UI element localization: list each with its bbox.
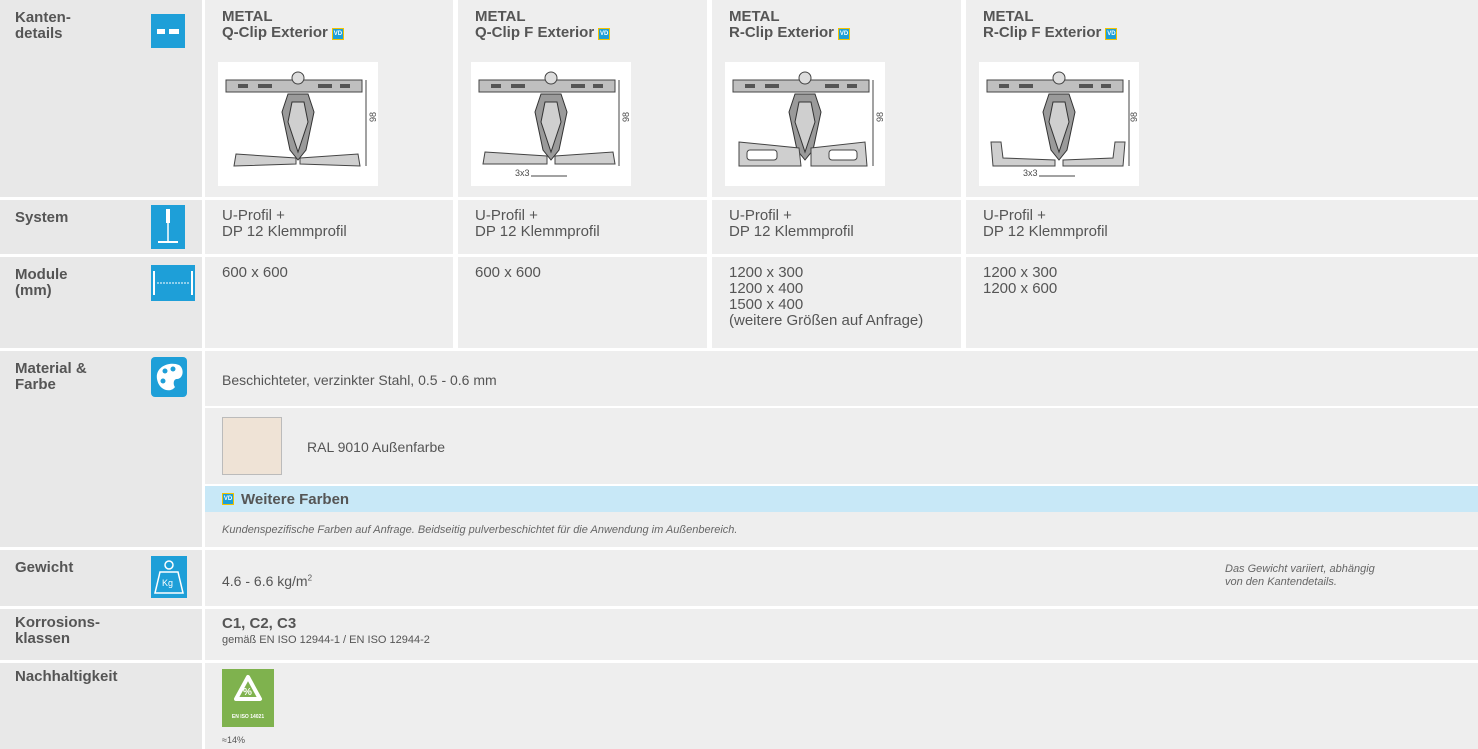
row-label-cell: Gewicht Kg [0, 550, 202, 606]
recycling-badge-text: EN ISO 14021 [231, 714, 265, 720]
system-cell: U-Profil + DP 12 Klemmprofil [712, 200, 961, 254]
product-brand: METAL [222, 8, 273, 25]
row-system: System U-Profil + DP 12 Klemmprofil U-Pr… [0, 200, 1478, 254]
system-value: U-Profil + DP 12 Klemmprofil [983, 207, 1108, 240]
product-name: Q-Clip F Exterior [475, 24, 595, 41]
more-colors-banner: VD Weitere Farben [205, 486, 1478, 512]
system-cell: U-Profil + DP 12 Klemmprofil [205, 200, 453, 254]
product-header: METAL R-Clip Exterior VD [729, 8, 851, 41]
product-name: Q-Clip Exterior [222, 24, 328, 41]
row-label: Gewicht [15, 559, 74, 576]
module-value: 1200 x 300 1200 x 400 1500 x 400 (weiter… [729, 264, 924, 329]
recycled-content-value: ≈14% [222, 735, 245, 745]
corrosion-cell: C1, C2, C3 gemäß EN ISO 12944-1 / EN ISO… [205, 609, 1478, 660]
row-label-cell: Kanten- details [0, 0, 202, 197]
row-label-cell: Korrosions- klassen [0, 609, 202, 660]
product-cell: METAL R-Clip F Exterior VD 98 3x3 [966, 0, 1478, 197]
module-cell: 600 x 600 [205, 257, 453, 348]
dimension-label: 98 [1129, 111, 1140, 123]
edge-drawing: 98 [218, 62, 378, 186]
row-sustainability: Nachhaltigkeit % EN ISO 14021 ≈14% [0, 663, 1478, 749]
palette-icon [151, 357, 187, 397]
weight-note: Das Gewicht variiert, abhängig von den K… [1225, 563, 1375, 588]
row-label: Material & Farbe [15, 360, 87, 393]
material-description-row: Beschichteter, verzinkter Stahl, 0.5 - 0… [205, 351, 1478, 406]
dimension-label: 98 [368, 111, 379, 123]
row-label-cell: Nachhaltigkeit [0, 663, 202, 749]
joint-detail-label: 3x3 [515, 168, 530, 178]
product-cell: METAL R-Clip Exterior VD 98 [712, 0, 961, 197]
row-weight: Gewicht Kg 4.6 - 6.6 kg/m2 Das Gewicht v… [0, 550, 1478, 606]
dimension-label: 98 [621, 111, 632, 123]
weight-cell: 4.6 - 6.6 kg/m2 Das Gewicht variiert, ab… [205, 550, 1478, 606]
color-row: RAL 9010 Außenfarbe [205, 408, 1478, 484]
row-label: Nachhaltigkeit [15, 668, 118, 685]
product-brand: METAL [729, 8, 780, 25]
product-header: METAL Q-Clip Exterior VD [222, 9, 344, 41]
vd-badge-icon: VD [331, 28, 344, 40]
product-brand: METAL [475, 8, 526, 25]
module-cell: 1200 x 300 1200 x 600 [966, 257, 1478, 348]
more-colors-title: Weitere Farben [241, 491, 350, 508]
vd-badge-icon: VD [222, 493, 234, 505]
color-swatch [222, 417, 282, 475]
row-corrosion: Korrosions- klassen C1, C2, C3 gemäß EN … [0, 609, 1478, 660]
module-value: 600 x 600 [475, 264, 541, 281]
row-module: Module (mm) 600 x 600 600 x 600 1200 x 3… [0, 257, 1478, 348]
more-colors-note-row: Kundenspezifische Farben auf Anfrage. Be… [205, 512, 1478, 547]
product-cell: METAL Q-Clip Exterior VD 98 [205, 0, 453, 197]
product-name: R-Clip Exterior [729, 24, 835, 41]
row-label: System [15, 209, 69, 226]
product-cell: METAL Q-Clip F Exterior VD 98 3x3 [458, 0, 707, 197]
system-value: U-Profil + DP 12 Klemmprofil [475, 207, 600, 240]
row-label: Korrosions- klassen [15, 614, 101, 647]
corrosion-standard: gemäß EN ISO 12944-1 / EN ISO 12944-2 [222, 634, 430, 646]
dimension-label: 98 [875, 111, 886, 123]
weight-value-text: 4.6 - 6.6 kg/m [222, 573, 308, 589]
row-kantendetails: Kanten- details METAL Q-Clip Exterior VD … [0, 0, 1478, 197]
system-cell: U-Profil + DP 12 Klemmprofil [966, 200, 1478, 254]
module-cell: 1200 x 300 1200 x 400 1500 x 400 (weiter… [712, 257, 961, 348]
row-material: Material & Farbe Beschichteter, verzinkt… [0, 351, 1478, 547]
product-header: METAL Q-Clip F Exterior VD [475, 8, 611, 41]
product-header: METAL R-Clip F Exterior VD [983, 8, 1118, 41]
product-brand: METAL [983, 8, 1034, 25]
system-value: U-Profil + DP 12 Klemmprofil [729, 207, 854, 240]
joint-detail-label: 3x3 [1023, 168, 1038, 178]
sustainability-cell: % EN ISO 14021 ≈14% [205, 663, 1478, 749]
module-value: 1200 x 300 1200 x 600 [983, 264, 1058, 297]
dimensions-icon [151, 265, 195, 301]
system-value: U-Profil + DP 12 Klemmprofil [222, 207, 347, 240]
vd-badge-icon: VD [598, 28, 611, 40]
weight-value: 4.6 - 6.6 kg/m2 [222, 573, 312, 589]
corrosion-classes: C1, C2, C3 [222, 615, 297, 632]
product-name: R-Clip F Exterior [983, 24, 1102, 41]
vd-badge-icon: VD [838, 28, 851, 40]
edge-drawing: 98 3x3 [471, 62, 631, 186]
weight-unit-superscript: 2 [307, 573, 313, 583]
recycling-badge-symbol: % [243, 687, 252, 698]
more-colors-note: Kundenspezifische Farben auf Anfrage. Be… [222, 524, 738, 536]
row-label-cell: Module (mm) [0, 257, 202, 348]
row-label: Module (mm) [15, 266, 68, 299]
weight-icon: Kg [151, 556, 187, 598]
weight-icon-text: Kg [162, 578, 174, 588]
edge-drawing: 98 [725, 62, 885, 186]
module-cell: 600 x 600 [458, 257, 707, 348]
row-label: Kanten- details [15, 9, 71, 42]
system-cell: U-Profil + DP 12 Klemmprofil [458, 200, 707, 254]
edge-detail-icon [151, 14, 185, 48]
row-label-cell: Material & Farbe [0, 351, 202, 547]
suspension-system-icon [151, 205, 185, 249]
vd-badge-icon: VD [1105, 28, 1118, 40]
row-label-cell: System [0, 200, 202, 254]
module-value: 600 x 600 [222, 264, 288, 281]
color-name: RAL 9010 Außenfarbe [307, 439, 446, 455]
material-description: Beschichteter, verzinkter Stahl, 0.5 - 0… [222, 372, 497, 388]
recycling-badge-icon: % EN ISO 14021 [222, 669, 274, 727]
material-cell: Beschichteter, verzinkter Stahl, 0.5 - 0… [205, 351, 1478, 547]
edge-drawing: 98 3x3 [979, 62, 1139, 186]
